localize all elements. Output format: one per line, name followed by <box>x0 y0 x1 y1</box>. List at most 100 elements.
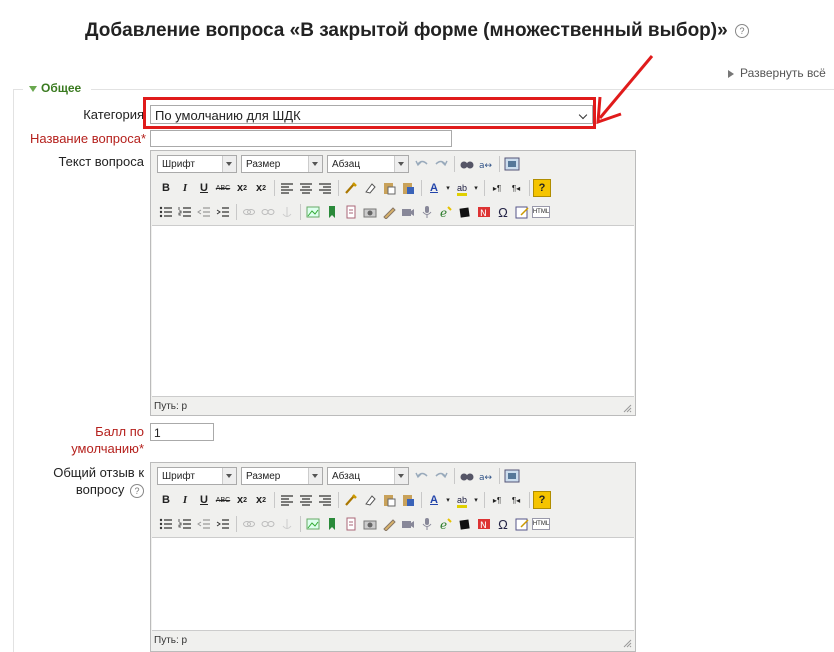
numbered-list-icon[interactable] <box>176 515 194 533</box>
align-center-icon[interactable] <box>297 179 315 197</box>
undo-icon[interactable] <box>413 155 431 173</box>
black-square-icon[interactable] <box>456 203 474 221</box>
align-left-icon[interactable] <box>278 491 296 509</box>
align-left-icon[interactable] <box>278 179 296 197</box>
format-dropdown[interactable]: Абзац <box>327 467 409 485</box>
document-icon[interactable] <box>342 515 360 533</box>
microphone-icon[interactable] <box>418 203 436 221</box>
superscript-button[interactable]: x2 <box>252 491 270 509</box>
help-icon[interactable]: ? <box>734 23 749 38</box>
question-name-input[interactable] <box>150 130 452 147</box>
table-icon[interactable] <box>513 515 531 533</box>
pencil-icon[interactable] <box>380 203 398 221</box>
expand-all-link[interactable]: Развернуть всё <box>728 66 826 80</box>
font-dropdown[interactable]: Шрифт <box>157 467 237 485</box>
image-icon[interactable] <box>304 515 322 533</box>
help-button[interactable]: ? <box>533 179 551 197</box>
subscript-button[interactable]: x2 <box>233 179 251 197</box>
table-icon[interactable] <box>513 203 531 221</box>
strikethrough-button[interactable]: ABC <box>214 179 232 197</box>
redo-icon[interactable] <box>432 467 450 485</box>
question-text-area[interactable] <box>152 225 634 397</box>
text-color-button[interactable]: A <box>425 491 443 509</box>
video-icon[interactable] <box>399 515 417 533</box>
cleanup-icon[interactable] <box>342 491 360 509</box>
section-legend-general[interactable]: Общее <box>26 81 85 95</box>
equation-icon[interactable]: e <box>437 515 455 533</box>
help-icon[interactable]: ? <box>130 483 144 498</box>
black-square-icon[interactable] <box>456 515 474 533</box>
resize-grip-icon[interactable] <box>623 404 632 413</box>
outdent-icon[interactable] <box>195 203 213 221</box>
chevron-down-icon[interactable]: ▾ <box>472 179 480 197</box>
paste-text-icon[interactable] <box>380 179 398 197</box>
format-dropdown[interactable]: Абзац <box>327 155 409 173</box>
link-icon[interactable] <box>240 203 258 221</box>
paste-text-icon[interactable] <box>380 491 398 509</box>
bullet-list-icon[interactable] <box>157 203 175 221</box>
eraser-icon[interactable] <box>361 491 379 509</box>
superscript-button[interactable]: x2 <box>252 179 270 197</box>
microphone-icon[interactable] <box>418 515 436 533</box>
subscript-button[interactable]: x2 <box>233 491 251 509</box>
ltr-button[interactable]: ▸¶ <box>488 491 506 509</box>
indent-icon[interactable] <box>214 203 232 221</box>
align-right-icon[interactable] <box>316 491 334 509</box>
general-feedback-area[interactable] <box>152 537 634 631</box>
image-icon[interactable] <box>304 203 322 221</box>
bold-button[interactable]: B <box>157 179 175 197</box>
find-icon[interactable] <box>458 467 476 485</box>
nolink-icon[interactable]: N <box>475 203 493 221</box>
align-center-icon[interactable] <box>297 491 315 509</box>
bookmark-icon[interactable] <box>323 515 341 533</box>
unlink-icon[interactable] <box>259 203 277 221</box>
font-dropdown[interactable]: Шрифт <box>157 155 237 173</box>
bookmark-icon[interactable] <box>323 203 341 221</box>
replace-icon[interactable]: a↔ <box>477 467 495 485</box>
underline-button[interactable]: U <box>195 491 213 509</box>
indent-icon[interactable] <box>214 515 232 533</box>
numbered-list-icon[interactable] <box>176 203 194 221</box>
html-button[interactable]: HTML <box>532 206 550 218</box>
ltr-button[interactable]: ▸¶ <box>488 179 506 197</box>
italic-button[interactable]: I <box>176 179 194 197</box>
anchor-icon[interactable] <box>278 515 296 533</box>
link-icon[interactable] <box>240 515 258 533</box>
rtl-button[interactable]: ¶◂ <box>507 491 525 509</box>
chevron-down-icon[interactable]: ▾ <box>444 179 452 197</box>
special-char-button[interactable]: Ω <box>494 203 512 221</box>
redo-icon[interactable] <box>432 155 450 173</box>
html-button[interactable]: HTML <box>532 518 550 530</box>
chevron-down-icon[interactable]: ▾ <box>472 491 480 509</box>
italic-button[interactable]: I <box>176 491 194 509</box>
size-dropdown[interactable]: Размер <box>241 467 323 485</box>
video-icon[interactable] <box>399 203 417 221</box>
special-char-button[interactable]: Ω <box>494 515 512 533</box>
media-icon[interactable] <box>361 515 379 533</box>
fullscreen-icon[interactable] <box>503 155 521 173</box>
outdent-icon[interactable] <box>195 515 213 533</box>
resize-grip-icon[interactable] <box>623 639 632 648</box>
document-icon[interactable] <box>342 203 360 221</box>
help-button[interactable]: ? <box>533 491 551 509</box>
media-icon[interactable] <box>361 203 379 221</box>
cleanup-icon[interactable] <box>342 179 360 197</box>
pencil-icon[interactable] <box>380 515 398 533</box>
paste-word-icon[interactable] <box>399 179 417 197</box>
background-color-button[interactable]: ab <box>453 179 471 197</box>
default-mark-input[interactable]: 1 <box>150 423 214 441</box>
find-icon[interactable] <box>458 155 476 173</box>
paste-word-icon[interactable] <box>399 491 417 509</box>
bullet-list-icon[interactable] <box>157 515 175 533</box>
replace-icon[interactable]: a↔ <box>477 155 495 173</box>
chevron-down-icon[interactable]: ▾ <box>444 491 452 509</box>
rtl-button[interactable]: ¶◂ <box>507 179 525 197</box>
nolink-icon[interactable]: N <box>475 515 493 533</box>
underline-button[interactable]: U <box>195 179 213 197</box>
equation-icon[interactable]: e <box>437 203 455 221</box>
size-dropdown[interactable]: Размер <box>241 155 323 173</box>
undo-icon[interactable] <box>413 467 431 485</box>
align-right-icon[interactable] <box>316 179 334 197</box>
eraser-icon[interactable] <box>361 179 379 197</box>
background-color-button[interactable]: ab <box>453 491 471 509</box>
